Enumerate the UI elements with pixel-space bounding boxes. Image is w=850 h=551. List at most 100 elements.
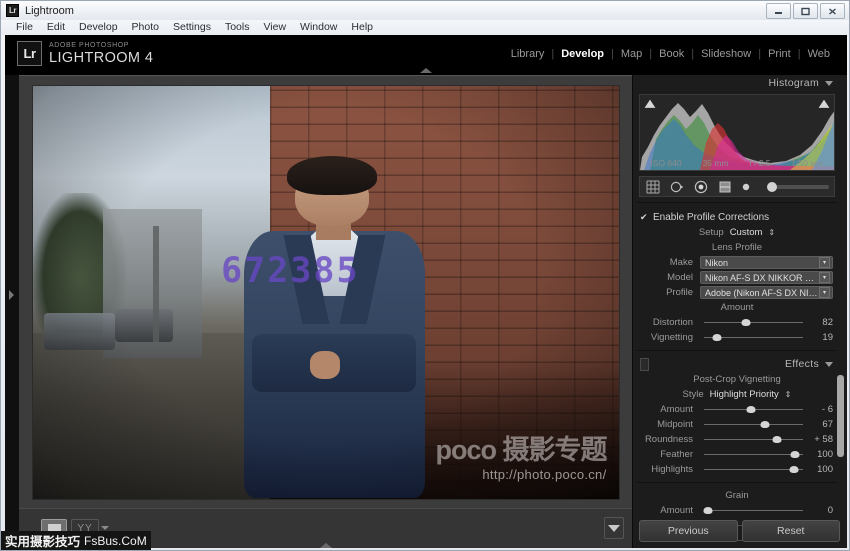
vignetting-slider-row[interactable]: Vignetting 19 — [637, 330, 837, 345]
vignette-feather-row[interactable]: Feather 100 — [637, 447, 837, 462]
filmstrip-expand-arrow-icon[interactable] — [319, 543, 332, 548]
vignette-amount-slider[interactable] — [704, 405, 803, 414]
distortion-slider[interactable] — [704, 318, 803, 327]
module-web[interactable]: Web — [801, 48, 837, 60]
footer-watermark: 实用摄影技巧 FsBus.CoM — [1, 531, 151, 550]
module-develop[interactable]: Develop — [554, 48, 611, 60]
setup-label: Setup — [698, 227, 724, 238]
center-canvas: 672385 poco 摄影专题 http://photo.poco.cn/ Y… — [19, 75, 632, 548]
exif-aperture: f / 2.5 — [749, 158, 771, 168]
updown-arrows-icon[interactable]: ⇕ — [768, 228, 775, 237]
lens-profile-row[interactable]: Profile Adobe (Nikon AF-S DX NIKKO... ▾ — [637, 285, 837, 300]
brush-size-slider[interactable] — [767, 181, 829, 192]
lightroom-logo-icon: Lr — [17, 41, 42, 66]
left-panel-expand-arrow-icon[interactable] — [9, 290, 14, 300]
chevron-down-icon[interactable]: ▾ — [819, 272, 830, 283]
lens-profile-dropdown[interactable]: Adobe (Nikon AF-S DX NIKKO... ▾ — [700, 286, 833, 299]
panel-divider — [637, 482, 837, 483]
lens-make-dropdown[interactable]: Nikon ▾ — [700, 256, 833, 269]
right-panel-scrollbar-thumb[interactable] — [837, 375, 844, 457]
menu-tools[interactable]: Tools — [218, 20, 257, 35]
lens-model-row[interactable]: Model Nikon AF-S DX NIKKOR 35mm... ▾ — [637, 270, 837, 285]
histogram-graph[interactable]: ISO 640 35 mm f / 2.5 1/50 sec — [639, 94, 835, 171]
grain-amount-slider[interactable] — [703, 506, 803, 515]
lens-profile-header: Lens Profile — [711, 242, 763, 253]
vignette-highlights-label: Highlights — [651, 464, 693, 475]
lightroom-ui: Lr ADOBE PHOTOSHOP LIGHTROOM 4 Library |… — [5, 35, 847, 548]
maximize-button[interactable] — [793, 3, 818, 19]
module-map[interactable]: Map — [614, 48, 649, 60]
right-panel-scrollbar[interactable] — [837, 75, 844, 542]
checkbox-checked-icon[interactable]: ✔ — [640, 212, 648, 223]
red-eye-correction-tool-icon[interactable] — [693, 179, 708, 194]
grain-amount-row[interactable]: Amount 0 — [637, 503, 837, 518]
vignette-midpoint-row[interactable]: Midpoint 67 — [637, 417, 837, 432]
menu-photo[interactable]: Photo — [125, 20, 166, 35]
vignette-roundness-row[interactable]: Roundness + 58 — [637, 432, 837, 447]
exif-focal-length: 35 mm — [702, 158, 729, 168]
module-book[interactable]: Book — [652, 48, 691, 60]
vignette-roundness-label: Roundness — [644, 434, 693, 445]
chevron-down-icon[interactable] — [825, 80, 833, 86]
reset-button[interactable]: Reset — [741, 520, 840, 542]
exif-shutter-speed: 1/50 sec — [791, 158, 824, 168]
effects-panel-header[interactable]: Effects — [637, 356, 837, 372]
panel-divider — [637, 350, 837, 351]
lens-profile-label: Profile — [666, 287, 693, 298]
brand-line-product: LIGHTROOM 4 — [49, 49, 154, 66]
menu-develop[interactable]: Develop — [72, 20, 125, 35]
window-titlebar[interactable]: Lr Lightroom — [1, 1, 849, 20]
vignette-highlights-row[interactable]: Highlights 100 — [637, 462, 837, 477]
effects-panel-switch[interactable] — [640, 357, 649, 371]
vignette-style-row[interactable]: Style Highlight Priority ⇕ — [637, 387, 837, 402]
chevron-down-icon[interactable] — [101, 526, 109, 530]
previous-button[interactable]: Previous — [639, 520, 738, 542]
minimize-button[interactable] — [766, 3, 791, 19]
chevron-down-icon[interactable]: ▾ — [819, 287, 830, 298]
toolbar-options-button[interactable] — [604, 517, 624, 539]
setup-row[interactable]: Setup Custom ⇕ — [637, 225, 837, 240]
lens-model-value: Nikon AF-S DX NIKKOR 35mm... — [705, 272, 819, 283]
crop-overlay-tool-icon[interactable] — [645, 179, 660, 194]
app-icon: Lr — [6, 4, 19, 17]
menu-file[interactable]: File — [9, 20, 40, 35]
photo-viewport[interactable]: 672385 poco 摄影专题 http://photo.poco.cn/ — [19, 76, 632, 508]
menu-window[interactable]: Window — [293, 20, 344, 35]
lens-model-dropdown[interactable]: Nikon AF-S DX NIKKOR 35mm... ▾ — [700, 271, 833, 284]
vignette-midpoint-slider[interactable] — [704, 420, 803, 429]
enable-profile-corrections-row[interactable]: ✔ Enable Profile Corrections — [637, 208, 837, 225]
menu-edit[interactable]: Edit — [40, 20, 72, 35]
module-library[interactable]: Library — [504, 48, 552, 60]
vignetting-label: Vignetting — [650, 332, 693, 343]
brush-size-knob[interactable] — [767, 181, 777, 192]
menu-settings[interactable]: Settings — [166, 20, 218, 35]
updown-arrows-icon[interactable]: ⇕ — [785, 390, 792, 399]
setup-value[interactable]: Custom — [730, 227, 763, 238]
poco-watermark-url: http://photo.poco.cn/ — [482, 466, 607, 482]
menu-help[interactable]: Help — [344, 20, 380, 35]
menu-view[interactable]: View — [256, 20, 293, 35]
module-slideshow[interactable]: Slideshow — [694, 48, 758, 60]
distortion-slider-row[interactable]: Distortion 82 — [637, 315, 837, 330]
footer-watermark-chinese: 实用摄影技巧 — [5, 534, 81, 549]
vignette-style-value[interactable]: Highlight Priority — [710, 389, 779, 400]
graduated-filter-tool-icon[interactable] — [717, 179, 732, 194]
spot-removal-tool-icon[interactable] — [669, 179, 684, 194]
left-panel-collapsed[interactable] — [5, 75, 20, 548]
chevron-down-icon[interactable]: ▾ — [819, 257, 830, 268]
grain-amount-value: 0 — [827, 505, 833, 516]
vignetting-slider[interactable] — [704, 333, 803, 342]
vignette-feather-slider[interactable] — [704, 450, 803, 459]
postcrop-vignetting-header: Post-Crop Vignetting — [693, 374, 781, 385]
vignette-roundness-slider[interactable] — [704, 435, 803, 444]
histogram-panel-header[interactable]: Histogram — [637, 75, 837, 91]
lens-make-row[interactable]: Make Nikon ▾ — [637, 255, 837, 270]
close-button[interactable] — [820, 3, 845, 19]
vignette-highlights-slider[interactable] — [704, 465, 803, 474]
right-panel: Histogram ISO 640 35 mm f / 2.5 1/50 sec… — [632, 75, 847, 548]
top-panel-collapse-arrow-icon[interactable] — [420, 68, 432, 73]
module-print[interactable]: Print — [761, 48, 798, 60]
chevron-down-icon[interactable] — [825, 361, 833, 367]
vignette-amount-row[interactable]: Amount - 6 — [637, 402, 837, 417]
adjustment-brush-tool-icon[interactable] — [741, 179, 756, 194]
